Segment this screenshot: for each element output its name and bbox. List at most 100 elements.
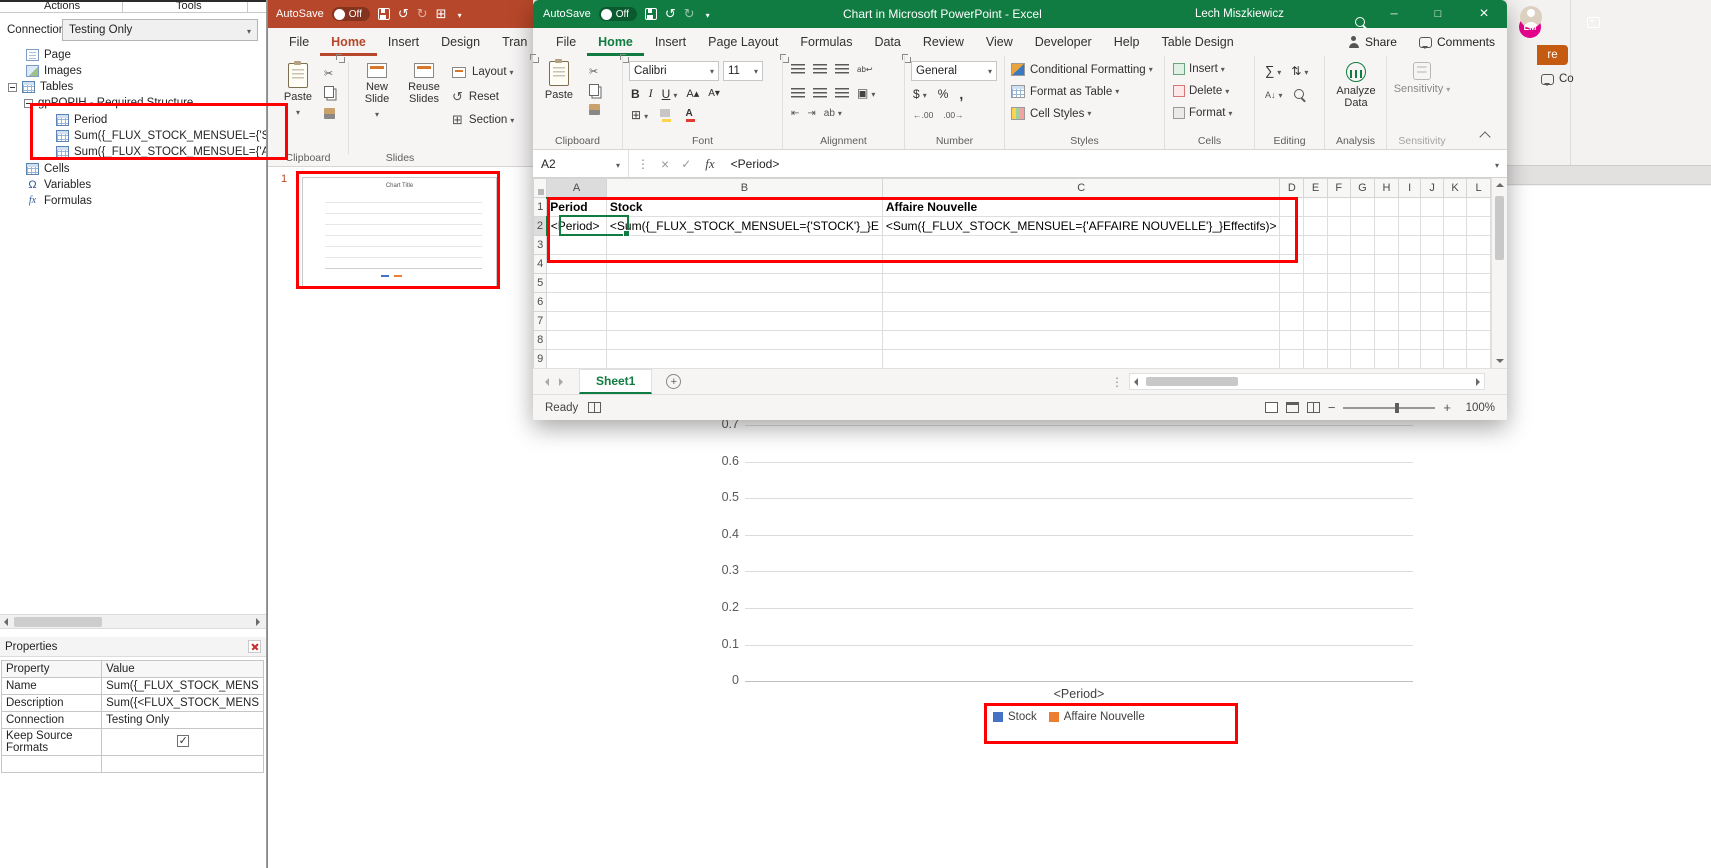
grid-row-8[interactable]: 8 bbox=[533, 330, 1491, 350]
collapse-icon[interactable] bbox=[8, 82, 17, 92]
align-middle-icon[interactable] bbox=[813, 63, 827, 75]
cell-A2[interactable]: <Period> bbox=[546, 216, 607, 236]
undo-icon[interactable] bbox=[665, 6, 676, 22]
tab-formulas[interactable]: Formulas bbox=[789, 28, 863, 56]
section-button[interactable]: Section bbox=[452, 112, 514, 128]
wrap-text-icon[interactable] bbox=[857, 63, 873, 75]
tab-home[interactable]: Home bbox=[587, 28, 644, 56]
row-header-9[interactable]: 9 bbox=[533, 349, 548, 368]
copy-icon[interactable] bbox=[324, 86, 334, 98]
ppt-tab-home[interactable]: Home bbox=[320, 28, 377, 56]
legend-item-stock[interactable]: Stock bbox=[993, 711, 1037, 723]
close-button[interactable] bbox=[1461, 0, 1507, 28]
column-header-B[interactable]: B bbox=[605, 178, 883, 198]
zoom-slider[interactable] bbox=[1343, 402, 1436, 414]
find-select-icon[interactable] bbox=[1293, 88, 1306, 101]
zoom-slider-thumb[interactable] bbox=[1395, 402, 1400, 413]
user-avatar-icon[interactable] bbox=[1519, 6, 1542, 28]
decrease-font-icon[interactable]: A▾ bbox=[708, 88, 720, 99]
merge-center-icon[interactable] bbox=[857, 86, 875, 100]
slide-thumbnail[interactable]: Chart Title bbox=[302, 177, 497, 287]
borders-icon[interactable] bbox=[631, 108, 648, 122]
ppt-tab-design[interactable]: Design bbox=[430, 28, 491, 56]
row-header-4[interactable]: 4 bbox=[533, 254, 548, 274]
scroll-left-icon[interactable] bbox=[4, 618, 8, 626]
ppt-tab-file[interactable]: File bbox=[278, 28, 320, 56]
tree-item-tables[interactable]: Tables bbox=[0, 79, 266, 95]
font-color-icon[interactable] bbox=[682, 108, 696, 122]
sheet-prev-icon[interactable] bbox=[545, 377, 549, 386]
ppt-titlebar[interactable]: AutoSave Off bbox=[268, 0, 533, 28]
column-header-A[interactable]: A bbox=[546, 178, 607, 199]
grid-row-1[interactable]: 1 Period Stock Affaire Nouvelle bbox=[533, 197, 1491, 217]
font-size-combo[interactable]: 11 bbox=[723, 61, 763, 81]
formula-bar-splitter[interactable] bbox=[637, 157, 647, 171]
chart-legend[interactable]: Stock Affaire Nouvelle bbox=[993, 711, 1145, 723]
minimize-button[interactable] bbox=[1373, 0, 1415, 28]
paste-dropdown-icon[interactable] bbox=[296, 106, 300, 118]
save-icon[interactable] bbox=[644, 8, 657, 20]
fx-icon[interactable] bbox=[705, 156, 714, 172]
row-header-6[interactable]: 6 bbox=[533, 292, 548, 312]
align-bottom-icon[interactable] bbox=[835, 63, 849, 75]
format-painter-icon[interactable] bbox=[589, 104, 600, 115]
accounting-format-icon[interactable] bbox=[913, 87, 927, 101]
scroll-up-icon[interactable] bbox=[1496, 183, 1504, 187]
menu-tools[interactable]: Tools bbox=[176, 2, 202, 12]
grid-row-3[interactable]: 3 bbox=[533, 235, 1491, 255]
bold-icon[interactable] bbox=[631, 87, 640, 101]
sensitivity-button[interactable]: Sensitivity bbox=[1393, 62, 1451, 95]
macro-record-icon[interactable] bbox=[588, 402, 602, 413]
property-row-connection[interactable]: Connection Testing Only bbox=[0, 711, 264, 729]
decrease-decimal-icon[interactable]: .00→ bbox=[943, 110, 963, 120]
column-header-L[interactable]: L bbox=[1466, 178, 1491, 198]
tab-table-design[interactable]: Table Design bbox=[1150, 28, 1244, 56]
column-header-G[interactable]: G bbox=[1349, 178, 1376, 198]
column-header-I[interactable]: I bbox=[1397, 178, 1422, 198]
ppt-tab-transitions[interactable]: Tran bbox=[491, 28, 533, 56]
format-cells-button[interactable]: Format bbox=[1173, 107, 1232, 119]
undo-icon[interactable] bbox=[398, 6, 409, 22]
comments-button-fragment[interactable]: Co bbox=[1541, 73, 1574, 86]
new-sheet-button[interactable] bbox=[666, 374, 682, 389]
align-top-icon[interactable] bbox=[791, 63, 805, 75]
quick-access-dropdown-icon[interactable] bbox=[703, 7, 710, 21]
ribbon-options-icon[interactable] bbox=[1586, 16, 1600, 28]
decrease-indent-icon[interactable]: ⇤ bbox=[791, 108, 799, 119]
number-dialog-launcher[interactable] bbox=[902, 54, 911, 63]
cell-B1[interactable]: Stock bbox=[605, 197, 883, 217]
titlebar-user-name[interactable]: Lech Miszkiewicz bbox=[1195, 8, 1284, 20]
row-header-7[interactable]: 7 bbox=[533, 311, 548, 331]
normal-view-icon[interactable] bbox=[1264, 402, 1278, 413]
cell-C1[interactable]: Affaire Nouvelle bbox=[881, 197, 1281, 217]
align-right-icon[interactable] bbox=[835, 87, 849, 99]
cut-icon[interactable] bbox=[589, 64, 598, 78]
property-row-name[interactable]: Name Sum({_FLUX_STOCK_MENS bbox=[0, 677, 264, 695]
grid-row-9[interactable]: 9 bbox=[533, 349, 1491, 368]
sheet-next-icon[interactable] bbox=[559, 377, 563, 386]
quick-access-icon[interactable] bbox=[436, 6, 447, 22]
tree-item-group[interactable]: gpPOPIH - Required Structure bbox=[0, 95, 266, 111]
font-name-combo[interactable]: Calibri bbox=[629, 61, 719, 81]
close-properties-icon[interactable] bbox=[248, 640, 261, 653]
maximize-button[interactable] bbox=[1417, 0, 1459, 28]
legend-item-affaire[interactable]: Affaire Nouvelle bbox=[1048, 711, 1145, 723]
tree-item-images[interactable]: Images bbox=[0, 63, 266, 79]
save-icon[interactable] bbox=[377, 8, 390, 20]
tab-review[interactable]: Review bbox=[912, 28, 975, 56]
increase-font-icon[interactable]: A▴ bbox=[686, 87, 699, 100]
conditional-formatting-button[interactable]: Conditional Formatting bbox=[1011, 63, 1153, 76]
hscroll-left-icon[interactable] bbox=[1134, 377, 1138, 386]
row-header-8[interactable]: 8 bbox=[533, 330, 548, 350]
quick-access-dropdown-icon[interactable] bbox=[455, 7, 462, 21]
orientation-icon[interactable]: ab bbox=[824, 108, 842, 119]
insert-cells-button[interactable]: Insert bbox=[1173, 63, 1225, 75]
fill-color-icon[interactable] bbox=[658, 108, 672, 122]
clipboard-dialog-launcher[interactable] bbox=[530, 54, 539, 63]
cell-styles-button[interactable]: Cell Styles bbox=[1011, 107, 1091, 120]
column-header-C[interactable]: C bbox=[881, 178, 1281, 198]
column-header-H[interactable]: H bbox=[1374, 178, 1399, 198]
connection-dropdown[interactable]: Testing Only bbox=[62, 19, 258, 41]
column-header-D[interactable]: D bbox=[1279, 178, 1305, 198]
cell-A1[interactable]: Period bbox=[546, 197, 607, 217]
